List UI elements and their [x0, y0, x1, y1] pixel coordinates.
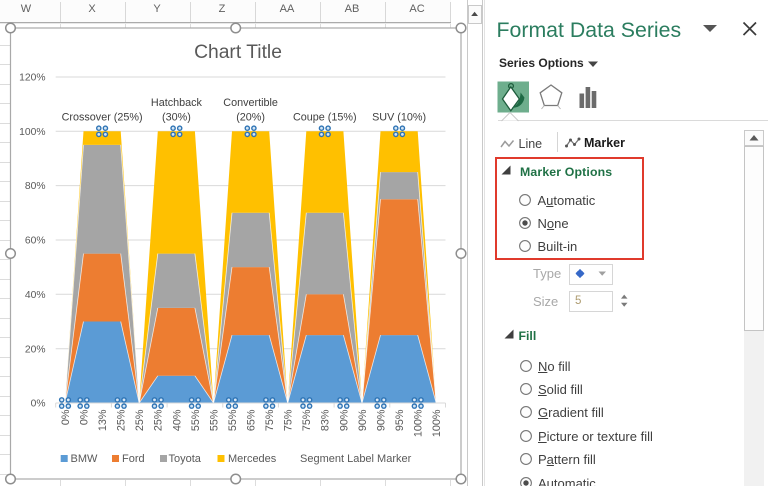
svg-text:40%: 40%: [171, 409, 183, 431]
svg-text:75%: 75%: [301, 409, 313, 431]
svg-text:80%: 80%: [25, 181, 46, 192]
svg-text:90%: 90%: [338, 409, 350, 431]
svg-text:Mercedes: Mercedes: [228, 453, 277, 465]
svg-text:0%: 0%: [31, 399, 46, 410]
svg-text:(30%): (30%): [162, 112, 191, 124]
svg-text:(20%): (20%): [236, 112, 265, 124]
svg-text:83%: 83%: [320, 409, 332, 431]
svg-text:25%: 25%: [134, 409, 146, 431]
svg-text:Hatchback: Hatchback: [151, 97, 203, 109]
svg-text:75%: 75%: [283, 409, 295, 431]
svg-text:Crossover (25%): Crossover (25%): [62, 112, 143, 124]
svg-text:100%: 100%: [431, 409, 443, 437]
svg-text:75%: 75%: [264, 409, 276, 431]
svg-text:Toyota: Toyota: [169, 453, 202, 465]
svg-text:100%: 100%: [19, 127, 45, 138]
svg-text:55%: 55%: [227, 409, 239, 431]
svg-text:Chart Title: Chart Title: [194, 42, 282, 63]
svg-text:60%: 60%: [25, 236, 46, 247]
svg-text:90%: 90%: [357, 409, 369, 431]
svg-text:120%: 120%: [19, 73, 45, 84]
svg-text:0%: 0%: [60, 409, 72, 425]
svg-text:BMW: BMW: [71, 453, 99, 465]
svg-text:Segment Label Marker: Segment Label Marker: [300, 453, 412, 465]
svg-text:100%: 100%: [413, 409, 425, 437]
svg-text:20%: 20%: [25, 344, 46, 355]
svg-text:SUV (10%): SUV (10%): [372, 112, 426, 124]
svg-text:55%: 55%: [190, 409, 202, 431]
svg-text:Ford: Ford: [122, 453, 145, 465]
svg-text:25%: 25%: [116, 409, 128, 431]
svg-text:55%: 55%: [208, 409, 220, 431]
svg-text:Convertible: Convertible: [223, 97, 278, 109]
svg-text:25%: 25%: [153, 409, 165, 431]
svg-text:95%: 95%: [394, 409, 406, 431]
svg-text:40%: 40%: [25, 290, 46, 301]
svg-text:13%: 13%: [97, 409, 109, 431]
svg-text:0%: 0%: [78, 409, 90, 425]
svg-text:65%: 65%: [246, 409, 258, 431]
svg-text:90%: 90%: [375, 409, 387, 431]
svg-text:Coupe (15%): Coupe (15%): [293, 112, 357, 124]
